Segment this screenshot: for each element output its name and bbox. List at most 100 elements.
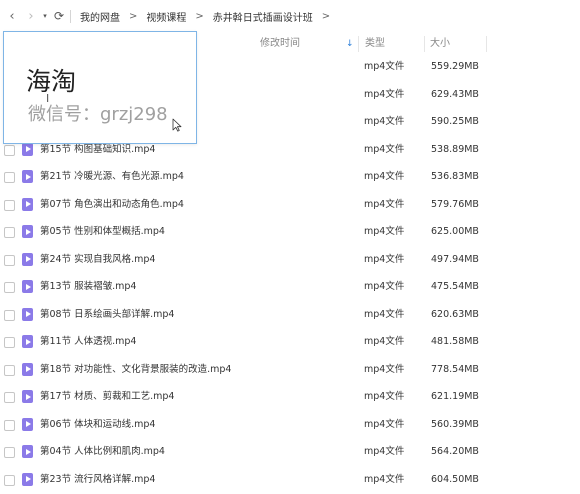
row-checkbox[interactable] <box>4 420 15 431</box>
file-name[interactable]: 第11节 人体透视.mp4 <box>40 329 136 355</box>
video-file-icon <box>22 335 33 348</box>
video-file-icon <box>22 170 33 183</box>
file-size: 538.89MB <box>431 137 479 163</box>
file-size: 590.25MB <box>431 109 479 135</box>
video-file-icon <box>22 390 33 403</box>
file-size: 559.29MB <box>431 54 479 80</box>
file-row[interactable]: 第08节 日系绘画头部详解.mp4 mp4文件 620.63MB <box>0 302 580 330</box>
file-name[interactable]: 第23节 流行风格详解.mp4 <box>40 467 155 493</box>
file-row[interactable]: 第07节 角色演出和动态角色.mp4 mp4文件 579.76MB <box>0 192 580 220</box>
breadcrumb-separator: > <box>195 11 203 22</box>
file-size: 481.58MB <box>431 329 479 355</box>
file-name[interactable]: 第08节 日系绘画头部详解.mp4 <box>40 302 174 328</box>
video-file-icon <box>22 280 33 293</box>
row-checkbox[interactable] <box>4 200 15 211</box>
file-type: mp4文件 <box>364 82 404 108</box>
file-row[interactable]: 第21节 冷暖光源、有色光源.mp4 mp4文件 536.83MB <box>0 164 580 192</box>
history-dropdown-icon[interactable]: ▾ <box>40 6 50 26</box>
row-checkbox[interactable] <box>4 365 15 376</box>
column-header-type[interactable]: 类型 <box>365 34 420 54</box>
file-size: 579.76MB <box>431 192 479 218</box>
column-divider[interactable] <box>424 36 425 52</box>
video-file-icon <box>22 418 33 431</box>
row-checkbox[interactable] <box>4 172 15 183</box>
row-checkbox[interactable] <box>4 392 15 403</box>
column-header-size[interactable]: 大小 <box>430 34 490 54</box>
file-name[interactable]: 第24节 实现自我风格.mp4 <box>40 247 155 273</box>
overlay-title: 海淘 <box>26 62 76 98</box>
file-name[interactable]: 第06节 体块和运动线.mp4 <box>40 412 155 438</box>
file-type: mp4文件 <box>364 384 404 410</box>
file-name[interactable]: 第05节 性别和体型概括.mp4 <box>40 219 165 245</box>
file-row[interactable]: 第11节 人体透视.mp4 mp4文件 481.58MB <box>0 329 580 357</box>
file-row[interactable]: 第13节 服装褶皱.mp4mp4文件475.54MB <box>0 274 580 302</box>
file-type: mp4文件 <box>364 192 404 218</box>
row-checkbox[interactable] <box>4 310 15 321</box>
row-checkbox[interactable] <box>4 227 15 238</box>
file-size: 564.20MB <box>431 439 479 465</box>
navigation-bar: ‹ › ▾ ⟳ 我的网盘 > 视频课程 > 赤井斡日式插画设计班 > <box>0 0 580 32</box>
file-name[interactable]: 第18节 对功能性、文化背景服装的改造.mp4 <box>40 357 231 383</box>
breadcrumb-separator[interactable]: > <box>322 11 330 22</box>
file-row[interactable]: 第06节 体块和运动线.mp4 mp4文件 560.39MB <box>0 412 580 440</box>
file-size: 475.54MB <box>431 274 479 300</box>
back-arrow-icon[interactable]: ‹ <box>5 6 19 26</box>
file-row[interactable]: 第05节 性别和体型概括.mp4 mp4文件 625.00MB <box>0 219 580 247</box>
file-row[interactable]: 第04节 人体比例和肌肉.mp4 mp4文件 564.20MB <box>0 439 580 467</box>
breadcrumb-current-folder[interactable]: 赤井斡日式插画设计班 <box>213 9 313 24</box>
file-type: mp4文件 <box>364 467 404 493</box>
file-type: mp4文件 <box>364 137 404 163</box>
file-size: 536.83MB <box>431 164 479 190</box>
forward-arrow-icon[interactable]: › <box>24 6 38 26</box>
column-divider[interactable] <box>358 36 359 52</box>
file-size: 560.39MB <box>431 412 479 438</box>
row-checkbox[interactable] <box>4 255 15 266</box>
nav-divider <box>70 10 71 23</box>
file-size: 604.50MB <box>431 467 479 493</box>
file-type: mp4文件 <box>364 412 404 438</box>
watermark-overlay: 海淘 I 微信号：grzj298 <box>3 31 197 144</box>
column-header-modified[interactable]: 修改时间 <box>260 34 360 54</box>
file-type: mp4文件 <box>364 54 404 80</box>
overlay-subtitle: 微信号：grzj298 <box>28 100 168 126</box>
row-checkbox[interactable] <box>4 145 15 156</box>
mouse-pointer-icon <box>172 118 182 132</box>
video-file-icon <box>22 473 33 486</box>
file-type: mp4文件 <box>364 219 404 245</box>
file-type: mp4文件 <box>364 109 404 135</box>
video-file-icon <box>22 445 33 458</box>
file-size: 625.00MB <box>431 219 479 245</box>
file-type: mp4文件 <box>364 247 404 273</box>
file-row[interactable]: 第17节 材质、剪裁和工艺.mp4 mp4文件 621.19MB <box>0 384 580 412</box>
refresh-icon[interactable]: ⟳ <box>52 6 66 26</box>
file-row[interactable]: 第18节 对功能性、文化背景服装的改造.mp4 mp4文件 778.54MB <box>0 357 580 385</box>
breadcrumb: 我的网盘 > 视频课程 > 赤井斡日式插画设计班 > <box>80 0 339 32</box>
file-type: mp4文件 <box>364 439 404 465</box>
file-row[interactable]: 第23节 流行风格详解.mp4 mp4文件 604.50MB <box>0 467 580 494</box>
row-checkbox[interactable] <box>4 337 15 348</box>
breadcrumb-my-drive[interactable]: 我的网盘 <box>80 9 120 24</box>
column-divider[interactable] <box>486 36 487 52</box>
row-checkbox[interactable] <box>4 447 15 458</box>
file-type: mp4文件 <box>364 302 404 328</box>
video-file-icon <box>22 225 33 238</box>
file-name[interactable]: 第04节 人体比例和肌肉.mp4 <box>40 439 165 465</box>
file-name[interactable]: 第13节 服装褶皱.mp4 <box>40 274 136 300</box>
file-row[interactable]: 第24节 实现自我风格.mp4mp4文件497.94MB <box>0 247 580 275</box>
file-size: 620.63MB <box>431 302 479 328</box>
video-file-icon <box>22 143 33 156</box>
file-type: mp4文件 <box>364 164 404 190</box>
file-type: mp4文件 <box>364 329 404 355</box>
file-size: 621.19MB <box>431 384 479 410</box>
file-name[interactable]: 第07节 角色演出和动态角色.mp4 <box>40 192 184 218</box>
row-checkbox[interactable] <box>4 282 15 293</box>
file-name[interactable]: 第21节 冷暖光源、有色光源.mp4 <box>40 164 184 190</box>
file-size: 778.54MB <box>431 357 479 383</box>
file-type: mp4文件 <box>364 357 404 383</box>
row-checkbox[interactable] <box>4 475 15 486</box>
sort-descending-icon[interactable]: ↓ <box>346 34 354 54</box>
video-file-icon <box>22 363 33 376</box>
file-name[interactable]: 第17节 材质、剪裁和工艺.mp4 <box>40 384 174 410</box>
breadcrumb-separator: > <box>129 11 137 22</box>
breadcrumb-video-courses[interactable]: 视频课程 <box>146 9 186 24</box>
